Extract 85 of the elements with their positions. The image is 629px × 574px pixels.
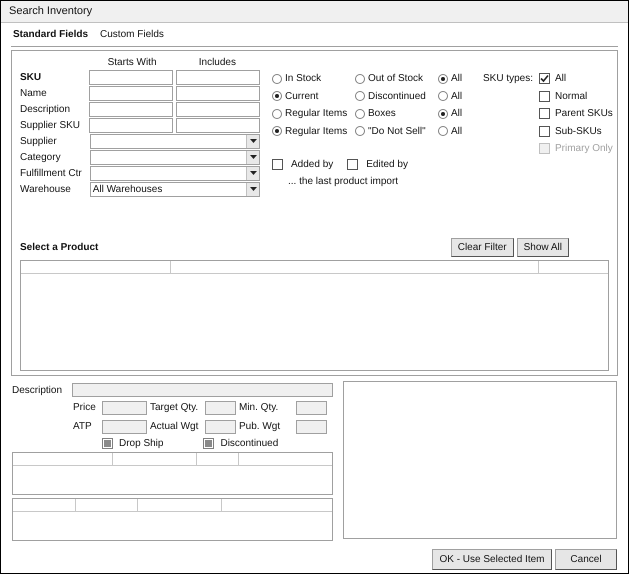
checkbox[interactable] xyxy=(347,159,358,170)
field-label: Category xyxy=(20,150,62,165)
tab[interactable]: Standard Fields xyxy=(13,26,88,42)
window-title: Search Inventory xyxy=(9,4,92,20)
checkbox-label: All xyxy=(555,72,566,86)
checkbox-label: Edited by xyxy=(366,158,408,172)
checkbox[interactable] xyxy=(102,438,113,449)
checkbox-label: Drop Ship xyxy=(119,437,164,451)
text-field[interactable] xyxy=(176,70,260,86)
filter-button[interactable]: Clear Filter xyxy=(450,238,514,257)
radio-button[interactable] xyxy=(272,91,282,102)
field-label: ATP xyxy=(72,420,93,434)
checkbox[interactable] xyxy=(539,90,550,102)
field-label: Price xyxy=(72,401,97,415)
radio-label: All xyxy=(451,72,462,86)
description-field[interactable] xyxy=(72,383,333,397)
readonly-field[interactable] xyxy=(296,420,327,434)
field-label: Fulfillment Ctr xyxy=(20,166,83,181)
field-label: Warehouse xyxy=(20,182,72,197)
filter-button[interactable]: Show All xyxy=(516,238,569,257)
radio-button[interactable] xyxy=(272,108,282,119)
field-label: Supplier xyxy=(20,134,58,149)
checkbox-label: Added by xyxy=(291,158,334,172)
text-field[interactable] xyxy=(89,70,173,86)
field-label: Min. Qty. xyxy=(238,401,280,415)
field-label: SKU xyxy=(20,71,42,86)
radio-button[interactable] xyxy=(438,108,448,119)
readonly-field[interactable] xyxy=(102,420,147,434)
text-field[interactable] xyxy=(89,102,173,118)
checkbox[interactable] xyxy=(539,73,550,84)
radio-label: All xyxy=(451,124,462,139)
checkbox[interactable] xyxy=(272,159,283,170)
field-label: Actual Wgt xyxy=(149,420,200,434)
readonly-field[interactable] xyxy=(205,400,236,414)
checkbox-label: Discontinued xyxy=(220,437,278,451)
readonly-field[interactable] xyxy=(102,400,147,414)
radio-label: Discontinued xyxy=(368,90,426,104)
dialog-button[interactable]: Cancel xyxy=(555,549,617,570)
import-note: ... the last product import xyxy=(287,175,400,189)
field-label: Target Qty. xyxy=(149,401,200,415)
field-label: Supplier SKU xyxy=(20,119,82,134)
radio-button[interactable] xyxy=(438,74,448,84)
radio-label: All xyxy=(451,107,462,122)
readonly-field[interactable] xyxy=(296,400,327,414)
dialog-button[interactable]: OK - Use Selected Item xyxy=(432,549,552,570)
field-label: Description xyxy=(12,384,64,398)
radio-button[interactable] xyxy=(355,91,365,102)
checkbox-label: Sub-SKUs xyxy=(555,124,602,139)
checkbox-label: Normal xyxy=(555,90,588,104)
section-title: Select a Product xyxy=(20,241,98,255)
text-field[interactable] xyxy=(89,86,173,102)
radio-button[interactable] xyxy=(272,74,282,84)
radio-label: Current xyxy=(285,90,318,104)
radio-label: "Do Not Sell" xyxy=(368,124,426,139)
radio-label: Out of Stock xyxy=(368,72,424,86)
radio-button[interactable] xyxy=(355,108,365,119)
text-field[interactable] xyxy=(176,86,260,102)
radio-button[interactable] xyxy=(438,126,448,136)
readonly-field[interactable] xyxy=(205,420,236,434)
text-field[interactable] xyxy=(176,118,260,134)
column-label: Starts With xyxy=(106,56,158,70)
checkbox-label: Parent SKUs xyxy=(555,107,613,122)
data-grid[interactable] xyxy=(12,452,333,495)
radio-label: Regular Items xyxy=(285,107,348,122)
radio-label: All xyxy=(451,90,462,104)
field-label: Name xyxy=(20,87,48,102)
radio-button[interactable] xyxy=(355,74,365,84)
checkbox[interactable] xyxy=(539,126,550,137)
radio-label: Regular Items xyxy=(285,124,348,139)
tab[interactable]: Custom Fields xyxy=(100,26,164,42)
checkbox[interactable] xyxy=(203,438,214,449)
field-label: Description xyxy=(20,103,72,118)
radio-label: In Stock xyxy=(285,72,322,86)
checkbox[interactable] xyxy=(539,108,550,120)
text-field[interactable] xyxy=(89,118,173,134)
checkbox-label: Primary Only xyxy=(555,142,613,156)
radio-button[interactable] xyxy=(272,126,282,136)
radio-button[interactable] xyxy=(438,91,448,102)
radio-label: Boxes xyxy=(368,107,396,122)
column-label: Includes xyxy=(198,56,237,70)
dropdown[interactable]: All Warehouses xyxy=(90,182,260,197)
sku-types-label: SKU types: xyxy=(483,72,534,86)
field-label: Pub. Wgt xyxy=(238,420,282,434)
radio-button[interactable] xyxy=(355,126,365,136)
text-field[interactable] xyxy=(176,102,260,118)
